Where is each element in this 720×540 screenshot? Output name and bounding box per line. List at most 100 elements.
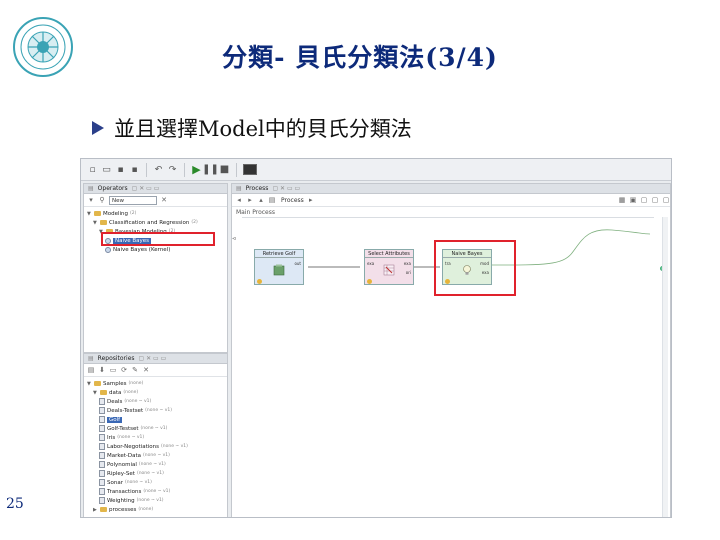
expand-icon[interactable]: ▼	[93, 390, 98, 396]
process-icon: ▤	[268, 196, 276, 204]
tree-item-market-data[interactable]: Market-Data (none ~ v1)	[87, 451, 227, 460]
tree-item-meta: (none)	[128, 381, 144, 386]
panel-controls-icon[interactable]: ▢ ✕ ▭ ▭	[272, 185, 300, 192]
operators-tree: ▼ Modeling (2) ▼ Classification and Regr…	[84, 207, 227, 254]
tree-item-classification[interactable]: ▼ Classification and Regression (2)	[87, 218, 227, 227]
tree-item-naive-bayes-kernel[interactable]: Naive Bayes (Kernel)	[87, 245, 227, 254]
tree-item-meta: (none ~ v1)	[124, 399, 152, 404]
tree-item-meta: (none)	[138, 507, 154, 512]
panel-controls-icon[interactable]: ▢ ✕ ▭ ▭	[139, 355, 167, 362]
process-tab-icon: ▤	[236, 185, 242, 192]
undo-icon[interactable]: ↶	[153, 164, 164, 175]
tree-item-deals[interactable]: Deals (none ~ v1)	[87, 397, 227, 406]
add-repository-icon[interactable]: ▤	[87, 366, 95, 374]
tree-item-samples[interactable]: ▼ Samples (none)	[87, 379, 227, 388]
tree-item-transactions[interactable]: Transactions (none ~ v1)	[87, 487, 227, 496]
forward-icon[interactable]: ▸	[246, 196, 254, 204]
repositories-tab[interactable]: ▤ Repositories ▢ ✕ ▭ ▭	[84, 354, 227, 364]
tree-item-golf-testset[interactable]: Golf-Testset (none ~ v1)	[87, 424, 227, 433]
filter-icon[interactable]: ▾	[87, 196, 95, 204]
grid-icon[interactable]: ▣	[629, 196, 637, 204]
panel-controls-icon[interactable]: ▢ ✕ ▭ ▭	[132, 185, 160, 192]
tree-item-label: Modeling	[103, 210, 129, 217]
down-arrow-icon[interactable]: ⬇	[98, 366, 106, 374]
tree-item-label: Market-Data	[107, 452, 142, 459]
folder-icon[interactable]: ▭	[109, 366, 117, 374]
tree-item-deals-testset[interactable]: Deals-Testset (none ~ v1)	[87, 406, 227, 415]
process-breadcrumb[interactable]: Process	[281, 197, 304, 204]
layout-icon[interactable]: ▦	[618, 196, 626, 204]
folder-icon	[100, 220, 107, 225]
expand-icon[interactable]: ▼	[87, 381, 92, 387]
tree-item-data[interactable]: ▼ data (none)	[87, 388, 227, 397]
tree-item-golf[interactable]: Golf	[87, 415, 227, 424]
input-port[interactable]: exa	[367, 261, 374, 266]
open-folder-icon[interactable]: ▭	[101, 164, 112, 175]
expand-icon[interactable]: ▼	[87, 211, 92, 217]
tree-item-label: processes	[109, 506, 137, 513]
tree-item-meta: (none ~ v1)	[136, 471, 164, 476]
view-icon[interactable]: ▢	[651, 196, 659, 204]
search-icon: ⚲	[99, 196, 105, 204]
tree-item-modeling[interactable]: ▼ Modeling (2)	[87, 209, 227, 218]
redo-icon[interactable]: ↷	[167, 164, 178, 175]
toolbar-separator	[184, 162, 185, 177]
page-number: 25	[6, 496, 24, 512]
tree-item-label: Polynomial	[107, 461, 137, 468]
expand-icon[interactable]: ▶	[93, 507, 98, 513]
toolbar-separator	[236, 162, 237, 177]
dataset-icon	[99, 425, 105, 432]
output-port[interactable]: ori	[406, 270, 411, 275]
operators-search-bar: ▾ ⚲ New ✕	[84, 194, 227, 207]
process-canvas[interactable]: Retrieve Golf out Select Attributes exa …	[242, 217, 665, 517]
zoom-icon[interactable]: ▢	[640, 196, 648, 204]
save-icon[interactable]: ▪	[115, 164, 126, 175]
terminal-icon[interactable]	[243, 164, 257, 175]
main-toolbar: ▫ ▭ ▪ ▪ ↶ ↷ ▶ ❚❚ ■	[81, 159, 671, 181]
canvas-title: Main Process	[236, 209, 275, 216]
slide-title: 分類- 貝氏分類法(3/4)	[222, 43, 498, 72]
edit-icon[interactable]: ✎	[131, 366, 139, 374]
pause-icon[interactable]: ❚❚	[202, 164, 219, 175]
tree-item-sonar[interactable]: Sonar (none ~ v1)	[87, 478, 227, 487]
input-port-icon[interactable]: ⊲	[232, 236, 236, 242]
tree-item-meta: (none ~ v1)	[143, 489, 171, 494]
operator-retrieve-golf[interactable]: Retrieve Golf out	[254, 249, 304, 285]
tree-item-meta: (none ~ v1)	[145, 408, 173, 413]
output-port[interactable]: out	[294, 261, 301, 266]
delete-icon[interactable]: ✕	[142, 366, 150, 374]
expand-icon[interactable]: ▼	[93, 220, 98, 226]
up-icon[interactable]: ▴	[257, 196, 265, 204]
warning-icon	[257, 279, 262, 284]
repositories-toolbar: ▤ ⬇ ▭ ⟳ ✎ ✕	[84, 364, 227, 377]
dataset-icon	[99, 407, 105, 414]
settings-icon[interactable]: ▢	[662, 196, 670, 204]
operators-tab-label: Operators	[97, 185, 128, 192]
process-tab-label: Process	[245, 185, 269, 192]
tree-item-weighting[interactable]: Weighting (none ~ v1)	[87, 496, 227, 505]
rapidminer-window: ▫ ▭ ▪ ▪ ↶ ↷ ▶ ❚❚ ■ ▤ Operators ▢ ✕ ▭ ▭ ▾…	[80, 158, 672, 518]
dataset-icon	[99, 434, 105, 441]
run-icon[interactable]: ▶	[191, 163, 202, 176]
output-port[interactable]: exa	[404, 261, 411, 266]
tree-item-label: Classification and Regression	[109, 219, 190, 226]
process-tab[interactable]: ▤ Process ▢ ✕ ▭ ▭	[232, 184, 670, 194]
tree-item-processes[interactable]: ▶ processes (none)	[87, 505, 227, 514]
clear-search-icon[interactable]: ✕	[160, 196, 168, 204]
back-icon[interactable]: ◂	[235, 196, 243, 204]
breadcrumb-arrow-icon: ▸	[309, 196, 313, 204]
tree-item-labor-negotiations[interactable]: Labor-Negotiations (none ~ v1)	[87, 442, 227, 451]
tree-item-polynomial[interactable]: Polynomial (none ~ v1)	[87, 460, 227, 469]
tree-item-ripley-set[interactable]: Ripley-Set (none ~ v1)	[87, 469, 227, 478]
new-file-icon[interactable]: ▫	[87, 164, 98, 175]
operators-search-input[interactable]: New	[109, 195, 157, 205]
folder-icon	[94, 211, 101, 216]
save-as-icon[interactable]: ▪	[129, 164, 140, 175]
operators-tab[interactable]: ▤ Operators ▢ ✕ ▭ ▭	[84, 184, 227, 194]
refresh-icon[interactable]: ⟳	[120, 366, 128, 374]
stop-icon[interactable]: ■	[219, 164, 230, 175]
tree-item-label: Ripley-Set	[107, 470, 135, 477]
canvas-scrollbar[interactable]	[662, 217, 668, 517]
operator-select-attributes[interactable]: Select Attributes exa exa ori	[364, 249, 414, 285]
tree-item-iris[interactable]: Iris (none ~ v1)	[87, 433, 227, 442]
